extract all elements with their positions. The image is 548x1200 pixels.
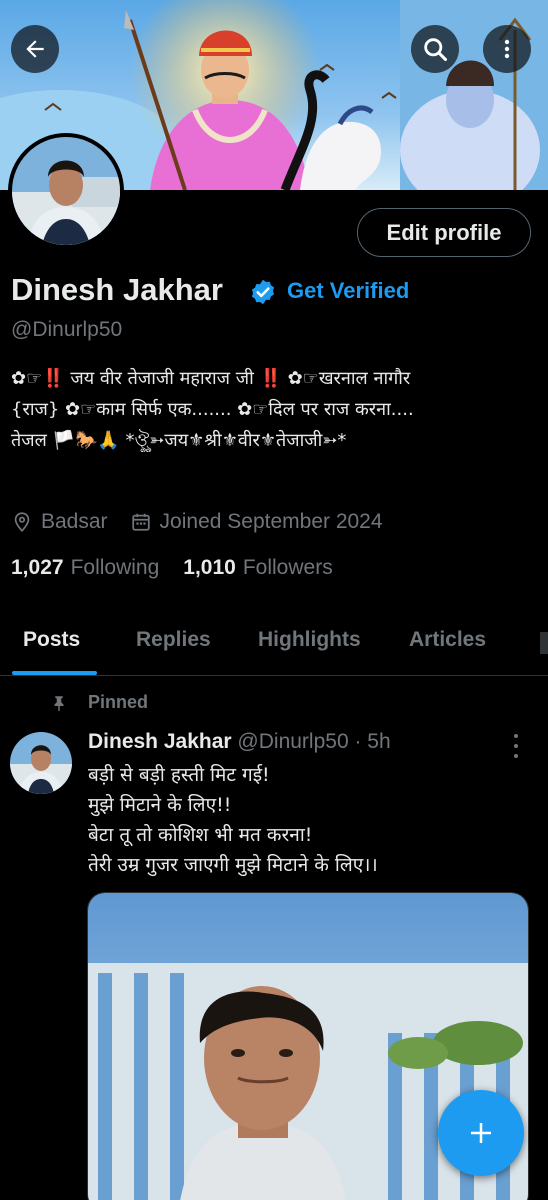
dot-icon [514, 734, 518, 738]
plus-icon [471, 1123, 491, 1143]
dot-icon [514, 744, 518, 748]
profile-handle: @Dinurlp50 [11, 318, 123, 341]
post-author-name[interactable]: Dinesh Jakhar [88, 730, 232, 753]
followers-label: Followers [242, 556, 333, 579]
pin-icon [54, 695, 64, 711]
search-icon [424, 38, 448, 62]
profile-meta: Badsar Joined September 2024 [11, 507, 383, 537]
pinned-label: Pinned [88, 692, 149, 712]
arrow-left-icon [26, 40, 44, 58]
dot-icon [514, 754, 518, 758]
post-more-button[interactable] [506, 734, 526, 758]
tab-highlights[interactable]: Highlights [258, 628, 361, 652]
bio-line: ✿☞‼️ जय वीर तेजाजी महाराज जी ‼️ ✿☞खरनाल … [11, 368, 411, 389]
following-link[interactable]: 1,027 Following [11, 556, 159, 580]
calendar-icon [131, 513, 150, 531]
tab-overflow-edge[interactable] [540, 632, 548, 654]
post-time: · 5h [354, 730, 391, 753]
post-text: बड़ी से बड़ी हस्ती मिट गई! मुझे मिटाने क… [88, 760, 528, 880]
tab-posts[interactable]: Posts [23, 628, 80, 652]
profile-name: Dinesh Jakhar [11, 272, 223, 307]
bio-line: {राज} ✿☞काम सिर्फ एक....... ✿☞दिल पर राज… [11, 399, 414, 420]
get-verified-link[interactable]: Get Verified [287, 278, 409, 304]
bio-line: तेजल 🏳️🐎🙏 *ঔৣ➳जय⚜श्री⚜वीर⚜तेजाजी➳* [11, 430, 347, 451]
search-button[interactable] [411, 25, 459, 73]
post-text-line: बेटा तू तो कोशिश भी मत करना! [88, 824, 313, 846]
post-text-line: तेरी उम्र गुजर जाएगी मुझे मिटाने के लिए।… [88, 854, 378, 876]
tab-replies[interactable]: Replies [136, 628, 211, 652]
following-label: Following [70, 556, 160, 579]
followers-count: 1,010 [183, 556, 236, 579]
profile-tabs: Posts Replies Highlights Articles [0, 610, 548, 676]
post-text-line: बड़ी से बड़ी हस्ती मिट गई! [88, 764, 270, 786]
following-count: 1,027 [11, 556, 64, 579]
location-pin-icon [14, 512, 30, 532]
post-author-avatar[interactable] [10, 732, 72, 794]
follow-stats: 1,027 Following 1,010 Followers [11, 556, 333, 580]
post-header: Dinesh Jakhar @Dinurlp50 · 5h [88, 730, 391, 754]
back-button[interactable] [11, 25, 59, 73]
profile-avatar[interactable] [8, 133, 124, 249]
edit-profile-button[interactable]: Edit profile [357, 208, 531, 257]
more-vertical-icon [504, 39, 510, 59]
verified-badge-icon[interactable] [249, 278, 277, 306]
pinned-indicator: Pinned [50, 692, 148, 713]
followers-link[interactable]: 1,010 Followers [183, 556, 332, 580]
active-tab-indicator [12, 671, 97, 675]
compose-post-button[interactable] [438, 1090, 524, 1176]
tab-articles[interactable]: Articles [409, 628, 486, 652]
post-author-handle[interactable]: @Dinurlp50 [237, 730, 348, 753]
post-text-line: मुझे मिटाने के लिए!! [88, 794, 232, 816]
more-options-button[interactable] [483, 25, 531, 73]
profile-joined-date: Joined September 2024 [159, 510, 383, 533]
profile-bio: ✿☞‼️ जय वीर तेजाजी महाराज जी ‼️ ✿☞खरनाल … [11, 363, 539, 456]
profile-location: Badsar [41, 510, 108, 533]
